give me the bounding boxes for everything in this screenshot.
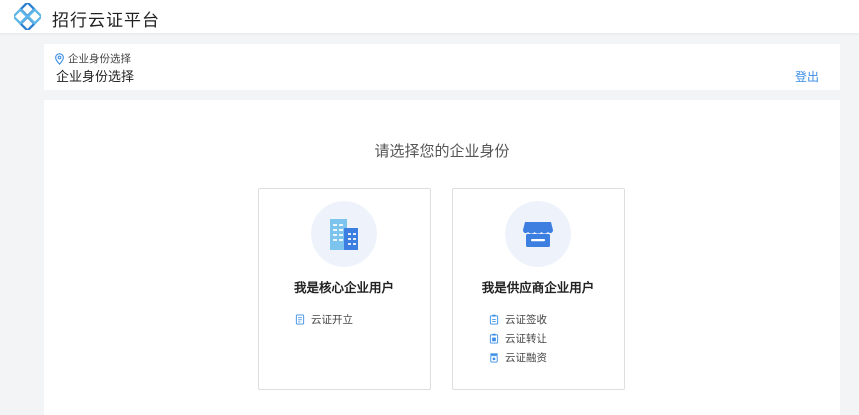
feature-label: 云证融资 xyxy=(505,352,547,364)
supplier-feature-list: 云证签收 云证转让 云证融资 xyxy=(489,310,547,367)
breadcrumb-item[interactable]: 企业身份选择 xyxy=(68,51,131,66)
feature-item: 云证开立 xyxy=(295,310,353,329)
feature-item: 云证转让 xyxy=(489,329,547,348)
storefront-icon xyxy=(523,222,553,247)
identity-selection-panel: 请选择您的企业身份 我是核心企业用户 云证开立 我是供应商企业用户 云证签收 云… xyxy=(44,100,840,415)
breadcrumb-panel: 企业身份选择 企业身份选择 登出 xyxy=(44,44,840,90)
core-feature-list: 云证开立 xyxy=(295,310,353,329)
feature-item: 云证签收 xyxy=(489,310,547,329)
page-title: 企业身份选择 xyxy=(56,70,135,85)
selection-prompt: 请选择您的企业身份 xyxy=(374,142,510,160)
supplier-enterprise-card[interactable]: 我是供应商企业用户 云证签收 云证转让 云证融资 xyxy=(452,188,625,390)
breadcrumb: 企业身份选择 xyxy=(54,51,131,66)
location-pin-icon xyxy=(55,52,64,65)
supplier-enterprise-title: 我是供应商企业用户 xyxy=(481,280,595,295)
feature-label: 云证开立 xyxy=(311,314,353,326)
feature-item: 云证融资 xyxy=(489,348,547,367)
clipboard-check-icon xyxy=(489,314,499,325)
finance-box-icon xyxy=(490,353,498,363)
core-enterprise-card[interactable]: 我是核心企业用户 云证开立 xyxy=(258,188,431,390)
feature-label: 云证转让 xyxy=(505,333,547,345)
core-enterprise-icon-circle xyxy=(311,201,377,267)
document-icon xyxy=(295,314,305,325)
feature-label: 云证签收 xyxy=(505,314,547,326)
logout-link[interactable]: 登出 xyxy=(795,68,819,85)
top-bar: 招行云证平台 xyxy=(0,0,859,33)
app-logo-icon xyxy=(14,3,41,30)
app-title: 招行云证平台 xyxy=(52,11,160,31)
supplier-enterprise-icon-circle xyxy=(505,201,571,267)
buildings-icon xyxy=(330,219,358,250)
core-enterprise-title: 我是核心企业用户 xyxy=(293,280,394,295)
clipboard-transfer-icon xyxy=(489,333,499,344)
